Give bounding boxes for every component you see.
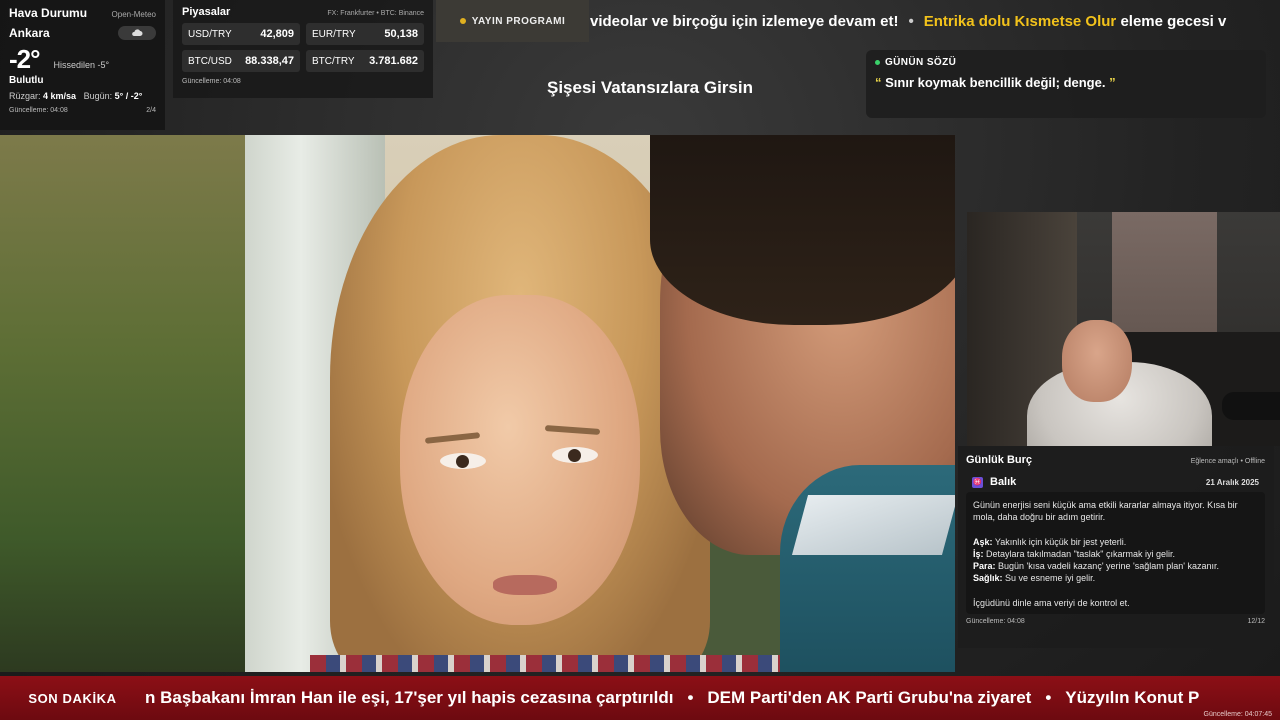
top-ticker: videolar ve birçoğu için izlemeye devam … [590, 0, 1280, 42]
market-value: 88.338,47 [245, 55, 294, 67]
wind-value: 4 km/sa [43, 91, 77, 101]
market-value: 42,809 [260, 28, 294, 40]
video-player[interactable] [0, 135, 955, 672]
horoscope-sign: ♓ Balık [972, 476, 1016, 488]
cloud-icon [118, 26, 156, 40]
horoscope-line: Sağlık: Su ve esneme iyi gelir. [973, 572, 1258, 584]
markets-title: Piyasalar [182, 6, 231, 18]
line-text: Su ve esneme iyi gelir. [1005, 573, 1096, 584]
market-label: EUR/TRY [312, 28, 356, 40]
line-text: Detaylara takılmadan "taslak" çıkarmak i… [986, 548, 1175, 559]
weather-page: 2/4 [146, 107, 156, 114]
horoscope-sign-name: Balık [990, 476, 1017, 488]
weather-title: Hava Durumu [9, 6, 88, 20]
weather-widget: Hava Durumu Open-Meteo Ankara -2° Hissed… [0, 0, 165, 130]
quote-open-mark: “ [875, 75, 882, 90]
horoscope-line: Para: Bugün 'kısa vadeli kazanç' yerine … [973, 560, 1258, 572]
news-updated: Güncelleme: 04:07:45 [1203, 711, 1273, 718]
woman-shirt [310, 655, 790, 672]
quote-text: Sınır koymak bencillik değil; denge. [885, 75, 1106, 90]
market-label: USD/TRY [188, 28, 232, 40]
news-item: Yüzyılın Konut P [1065, 688, 1200, 707]
weather-temperature: -2° [9, 44, 41, 74]
today-label: Bugün: [83, 91, 113, 101]
news-ticker: n Başbakanı İmran Han ile eşi, 17'şer yı… [145, 688, 1199, 708]
webcam-feed [967, 212, 1280, 446]
quote-text-row: “ Sınır koymak bencillik değil; denge. ” [875, 75, 1257, 90]
man-collar [791, 495, 955, 555]
market-item: USD/TRY 42,809 [182, 23, 300, 45]
weather-condition: Bulutlu [9, 75, 44, 86]
horoscope-intro: Günün enerjisi seni küçük ama etkili kar… [973, 500, 1238, 523]
market-label: BTC/USD [188, 55, 232, 67]
breaking-news-label: SON DAKİKA [28, 690, 117, 706]
news-item: n Başbakanı İmran Han ile eşi, 17'şer yı… [145, 688, 674, 707]
wind-label: Rüzgar: [9, 91, 41, 101]
market-item: BTC/TRY 3.781.682 [306, 50, 424, 72]
eye [440, 453, 486, 469]
breaking-news-bar: SON DAKİKA n Başbakanı İmran Han ile eşi… [0, 676, 1280, 720]
horoscope-source: Eğlence amaçlı • Offline [1190, 458, 1265, 465]
ticker-text-2: eleme gecesi v [1120, 12, 1227, 30]
line-label: Sağlık: [973, 573, 1003, 584]
market-item: EUR/TRY 50,138 [306, 23, 424, 45]
weather-feels-like: Hissedilen -5° [53, 60, 110, 70]
news-item: DEM Parti'den AK Parti Grubu'na ziyaret [707, 688, 1032, 707]
quote-close-mark: ” [1109, 75, 1116, 90]
market-value: 50,138 [384, 28, 418, 40]
schedule-button[interactable]: YAYIN PROGRAMI [436, 0, 589, 42]
weather-meta: Rüzgar: 4 km/sa Bugün: 5° / -2° [9, 91, 156, 101]
streamer-head [1062, 320, 1132, 402]
ticker-text: videolar ve birçoğu için izlemeye devam … [590, 12, 899, 30]
line-label: Para: [973, 561, 996, 572]
horoscope-updated: Güncelleme: 04:08 [966, 618, 1025, 625]
horoscope-outro: İçgüdünü dinle ama veriyi de kontrol et. [973, 597, 1130, 608]
quote-box: GÜNÜN SÖZÜ “ Sınır koymak bencillik deği… [866, 50, 1266, 118]
today-value: 5° / -2° [114, 91, 143, 101]
show-title: Şişesi Vatansızlara Girsin [546, 78, 753, 97]
weather-city: Ankara [9, 26, 50, 40]
horoscope-line: İş: Detaylara takılmadan "taslak" çıkarm… [973, 548, 1258, 560]
quote-header: GÜNÜN SÖZÜ [885, 57, 957, 68]
markets-source: FX: Frankfurter • BTC: Binance [327, 10, 424, 17]
line-label: Aşk: [973, 536, 993, 547]
schedule-label: YAYIN PROGRAMI [471, 15, 566, 27]
video-background-foliage [0, 135, 250, 672]
weather-source: Open-Meteo [111, 10, 156, 19]
news-separator: • [687, 688, 694, 707]
line-text: Yakınlık için küçük bir jest yeterli. [994, 536, 1127, 547]
mouth [493, 575, 557, 595]
ticker-separator: • [908, 12, 914, 30]
horoscope-page: 12/12 [1247, 618, 1265, 625]
man-hair [650, 135, 955, 325]
eye [552, 447, 598, 463]
line-label: İş: [973, 548, 984, 559]
horoscope-panel: Günlük Burç Eğlence amaçlı • Offline ♓ B… [958, 446, 1274, 648]
news-separator: • [1045, 688, 1052, 707]
schedule-dot-icon [459, 18, 466, 24]
horoscope-line: Aşk: Yakınlık için küçük bir jest yeterl… [973, 536, 1258, 548]
microphone-icon [1222, 392, 1280, 420]
pisces-icon: ♓ [972, 476, 983, 488]
weather-updated: Güncelleme: 04:08 [9, 107, 68, 114]
markets-updated: Güncelleme: 04:08 [182, 78, 241, 85]
horoscope-title: Günlük Burç [966, 454, 1033, 466]
horoscope-date: 21 Aralık 2025 [1205, 477, 1259, 487]
line-text: Bugün 'kısa vadeli kazanç' yerine 'sağla… [998, 561, 1220, 572]
market-value: 3.781.682 [369, 55, 418, 67]
markets-widget: Piyasalar FX: Frankfurter • BTC: Binance… [173, 0, 433, 98]
horoscope-body: Günün enerjisi seni küçük ama etkili kar… [966, 492, 1265, 614]
market-label: BTC/TRY [312, 55, 355, 67]
market-item: BTC/USD 88.338,47 [182, 50, 300, 72]
live-dot-icon [875, 60, 880, 65]
ticker-highlight: Entrika dolu Kısmetse Olur [923, 12, 1117, 30]
